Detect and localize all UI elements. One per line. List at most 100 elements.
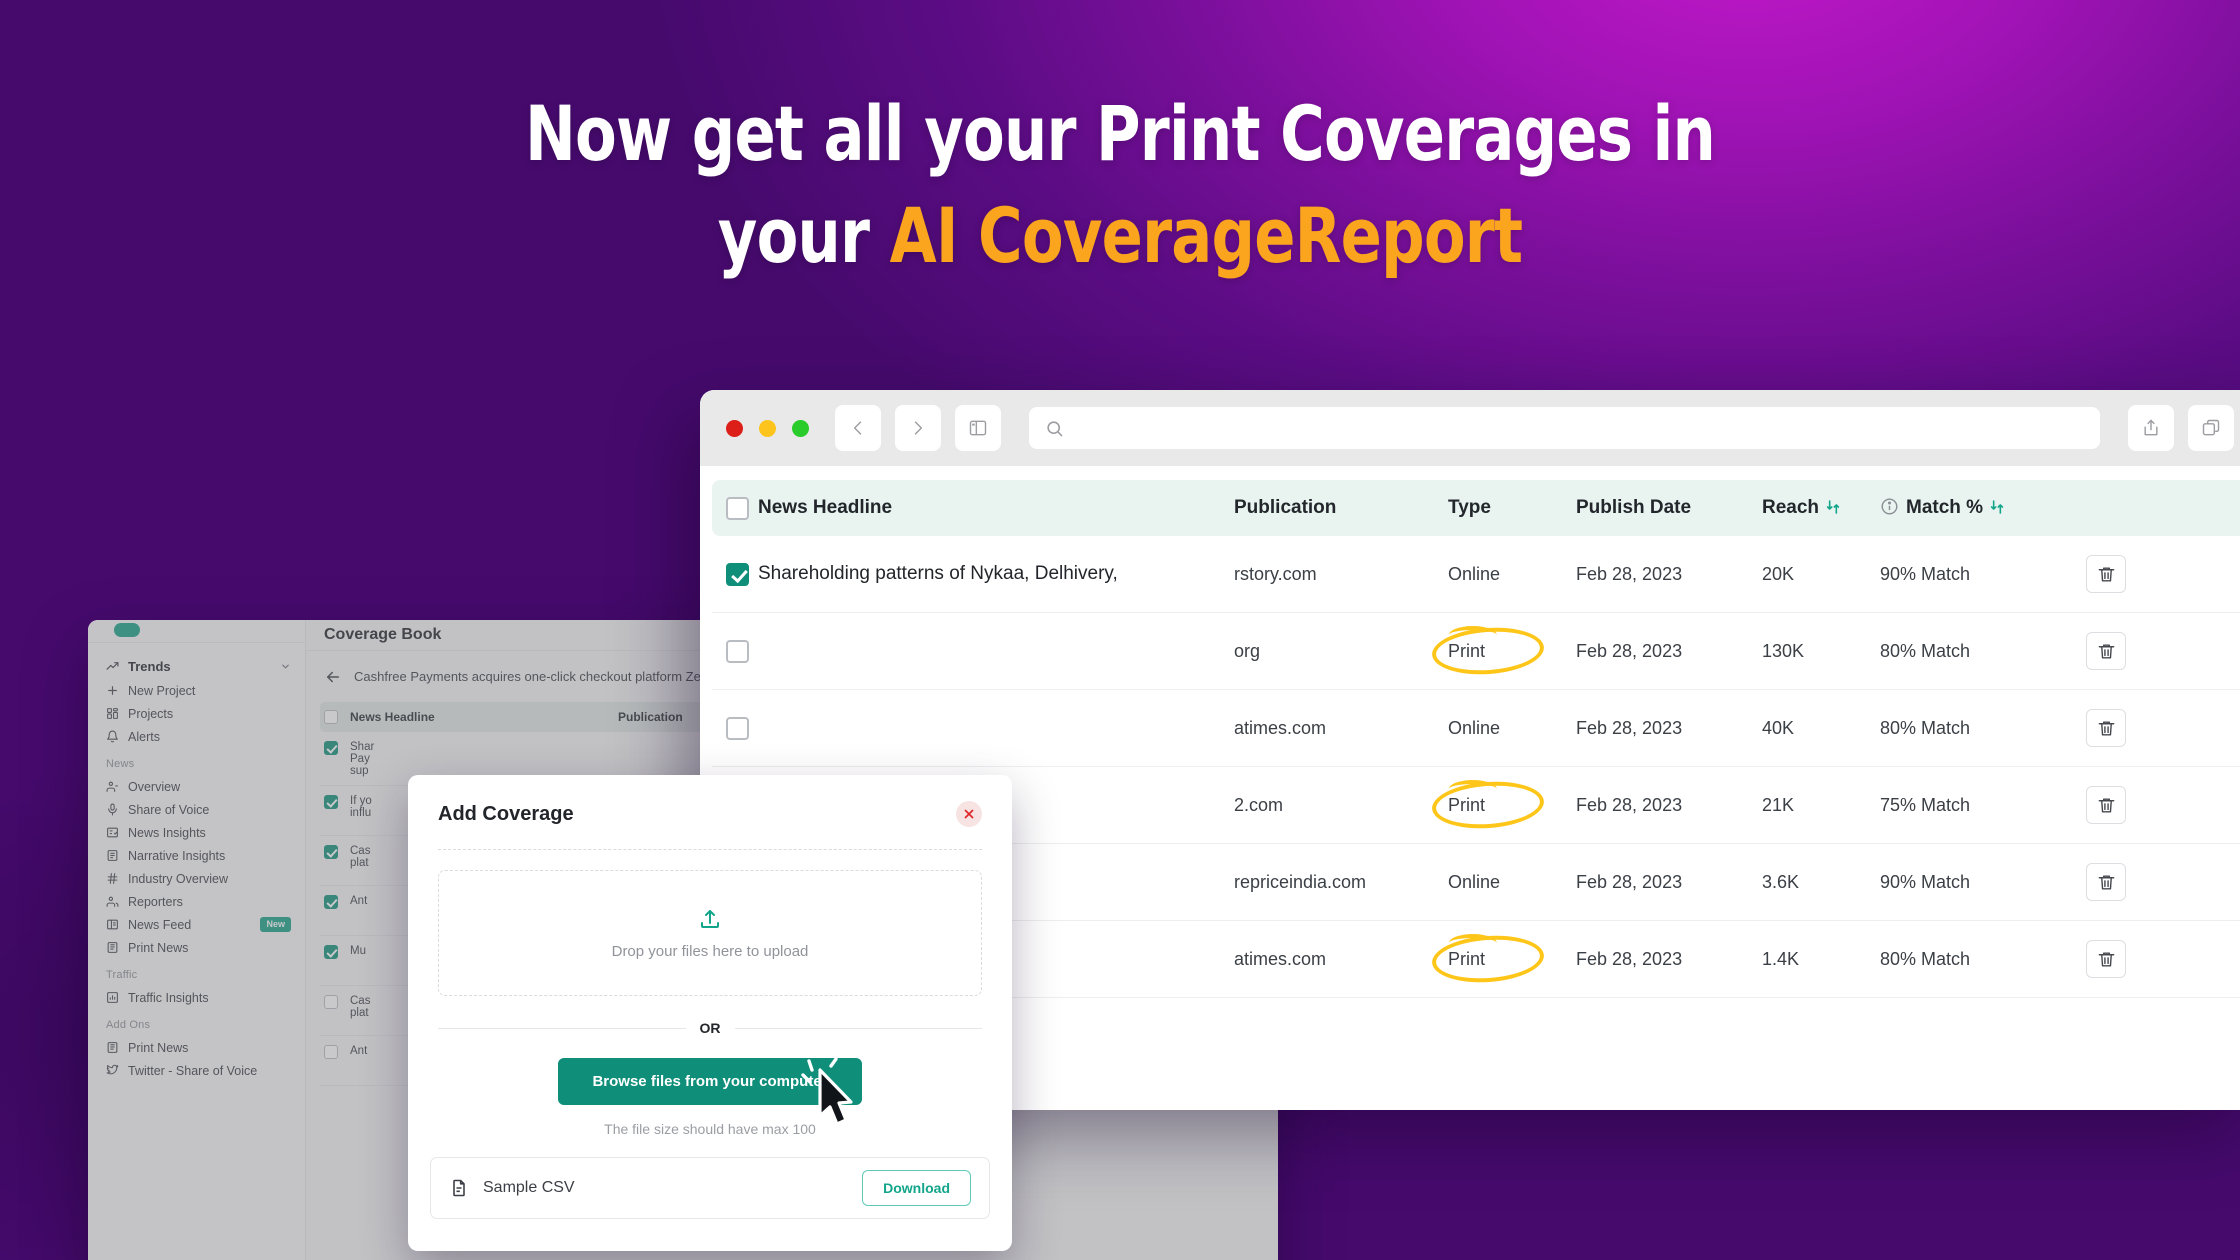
sidebar-item-twitter-share-of-voice[interactable]: Twitter - Share of Voice (88, 1059, 305, 1082)
breadcrumb[interactable]: Cashfree Payments acquires one-click che… (354, 669, 722, 684)
traffic-lights (726, 419, 809, 437)
row-checkbox[interactable] (320, 945, 350, 959)
sort-icon[interactable] (1989, 499, 2005, 515)
table-row[interactable]: Shareholding patterns of Nykaa, Delhiver… (712, 536, 2240, 613)
chevron-left-icon (853, 421, 862, 435)
row-publication: 2.com (1234, 794, 1284, 815)
browser-chrome (700, 390, 2240, 466)
row-publish-date: Feb 28, 2023 (1576, 948, 1683, 969)
close-icon (964, 809, 974, 819)
table-row[interactable]: org Print Feb 28, 2023 130K 80% Match (712, 613, 2240, 690)
sidebar-toggle-button[interactable] (955, 405, 1001, 451)
brand-logo (114, 623, 140, 637)
row-delete[interactable] (2058, 709, 2154, 747)
close-button[interactable] (956, 801, 982, 827)
sidebar-item-label: Traffic Insights (128, 990, 209, 1005)
row-delete[interactable] (2058, 940, 2154, 978)
row-delete[interactable] (2058, 555, 2154, 593)
sidebar-item-alerts[interactable]: Alerts (88, 725, 305, 748)
row-match: 80% Match (1880, 717, 1971, 738)
row-checkbox[interactable] (320, 995, 350, 1009)
column-news-headline[interactable]: News Headline (350, 710, 618, 724)
sidebar-item-share-of-voice[interactable]: Share of Voice (88, 798, 305, 821)
download-button[interactable]: Download (862, 1170, 971, 1206)
arrow-left-icon[interactable] (324, 668, 342, 686)
sidebar-item-label: Print News (128, 940, 189, 955)
zoom-window-button[interactable] (792, 419, 809, 437)
sort-icon[interactable] (1825, 499, 1841, 515)
row-checkbox[interactable] (320, 845, 350, 859)
trash-icon (2086, 940, 2126, 978)
row-type-label: Print (1448, 640, 1486, 661)
row-reach: 21K (1762, 794, 1795, 815)
share-button[interactable] (2128, 405, 2174, 451)
row-checkbox[interactable] (712, 716, 758, 740)
row-checkbox[interactable] (712, 562, 758, 586)
row-checkbox[interactable] (320, 795, 350, 809)
microphone-icon (106, 803, 119, 816)
file-dropzone[interactable]: Drop your files here to upload (438, 870, 982, 996)
select-all-checkbox[interactable] (320, 710, 350, 724)
sidebar-item-narrative-insights[interactable]: Narrative Insights (88, 844, 305, 867)
sidebar-item-reporters[interactable]: Reporters (88, 890, 305, 913)
sidebar-item-overview[interactable]: Overview (88, 775, 305, 798)
column-match-percent[interactable]: Match % (1880, 497, 2058, 519)
sidebar-item-trends[interactable]: Trends (88, 653, 305, 679)
sidebar-item-traffic-insights[interactable]: Traffic Insights (88, 986, 305, 1009)
table-header-row: News Headline Publication Type Publish D… (712, 480, 2240, 536)
row-type: Online (1448, 717, 1501, 738)
column-publish-date[interactable]: Publish Date (1576, 497, 1762, 519)
row-type: Print (1430, 778, 1576, 832)
row-type-label: Print (1448, 794, 1486, 815)
address-search-bar[interactable] (1029, 407, 2100, 449)
sidebar-divider (88, 642, 305, 643)
row-publish-date: Feb 28, 2023 (1576, 871, 1683, 892)
close-window-button[interactable] (726, 419, 743, 437)
column-reach[interactable]: Reach (1762, 497, 1880, 519)
sidebar-item-industry-overview[interactable]: Industry Overview (88, 867, 305, 890)
row-delete[interactable] (2058, 632, 2154, 670)
sidebar-item-new-project[interactable]: New Project (88, 679, 305, 702)
row-type: Print (1430, 624, 1576, 678)
info-icon[interactable] (1880, 497, 1899, 516)
sidebar-item-print-news-addon[interactable]: Print News (88, 1036, 305, 1059)
minimize-window-button[interactable] (759, 419, 776, 437)
browse-files-button[interactable]: Browse files from your computer (558, 1058, 862, 1105)
modal-header: Add Coverage (408, 775, 1012, 827)
row-checkbox[interactable] (320, 1045, 350, 1059)
chevron-down-icon[interactable] (280, 660, 291, 671)
sidebar-item-print-news[interactable]: Print News (88, 936, 305, 959)
table-row[interactable]: atimes.com Online Feb 28, 2023 40K 80% M… (712, 690, 2240, 767)
plus-icon (106, 684, 119, 697)
hash-icon (106, 872, 119, 885)
or-label: OR (699, 1020, 721, 1036)
select-all-checkbox[interactable] (712, 496, 758, 520)
row-checkbox[interactable] (320, 741, 350, 755)
sidebar-item-news-feed[interactable]: News Feed New (88, 913, 305, 936)
sidebar-group-add-ons: Add Ons (106, 1019, 151, 1031)
document-icon (106, 849, 119, 862)
column-news-headline[interactable]: News Headline (758, 496, 1234, 520)
row-publish-date: Feb 28, 2023 (1576, 563, 1683, 584)
row-reach: 130K (1762, 640, 1805, 661)
sidebar-item-label: News Feed (128, 917, 192, 932)
row-reach: 3.6K (1762, 871, 1800, 892)
row-headline: Shareholding patterns of Nykaa, Delhiver… (758, 563, 1118, 585)
file-icon (449, 1178, 469, 1198)
column-type[interactable]: Type (1448, 497, 1576, 519)
tabs-button[interactable] (2188, 405, 2234, 451)
row-delete[interactable] (2058, 786, 2154, 824)
sidebar-item-projects[interactable]: Projects (88, 702, 305, 725)
row-publication: atimes.com (1234, 948, 1327, 969)
back-button[interactable] (835, 405, 881, 451)
sidebar-item-label: Projects (128, 706, 174, 721)
row-checkbox[interactable] (320, 895, 350, 909)
forward-button[interactable] (895, 405, 941, 451)
row-type: Online (1448, 871, 1501, 892)
row-delete[interactable] (2058, 863, 2154, 901)
row-publication: rstory.com (1234, 563, 1317, 584)
sidebar-item-news-insights[interactable]: News Insights (88, 821, 305, 844)
column-publication[interactable]: Publication (1234, 497, 1448, 519)
sidebar-toggle-icon (969, 420, 987, 436)
row-checkbox[interactable] (712, 639, 758, 663)
